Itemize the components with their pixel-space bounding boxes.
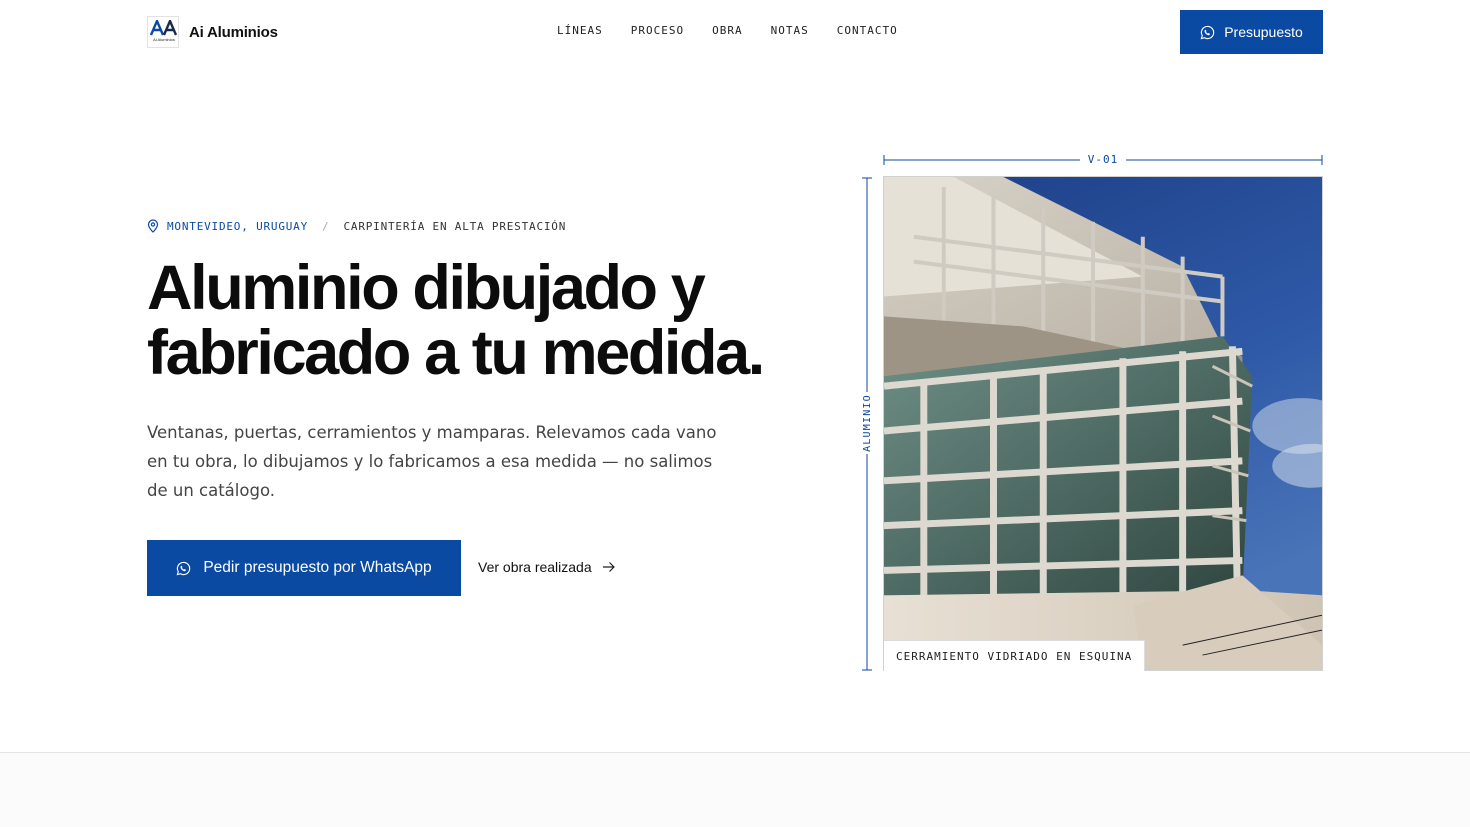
nav-item-lineas[interactable]: LÍNEAS [557, 24, 603, 37]
nav-item-obra[interactable]: OBRA [712, 24, 743, 37]
brand-logo-link[interactable]: Ai Aluminios Ai Aluminios [147, 16, 278, 48]
hero-location: MONTEVIDEO, URUGUAY [167, 219, 309, 233]
hero-eyebrow: MONTEVIDEO, URUGUAY / CARPINTERÍA EN ALT… [147, 219, 566, 233]
eyebrow-separator: / [322, 219, 330, 233]
nav-item-notas[interactable]: NOTAS [771, 24, 809, 37]
hero-tagline: CARPINTERÍA EN ALTA PRESTACIÓN [343, 219, 567, 233]
hero-lead: Ventanas, puertas, cerramientos y mampar… [147, 423, 717, 500]
site-header: Ai Aluminios Ai Aluminios LÍNEAS PROCESO… [0, 0, 1470, 64]
header-quote-button[interactable]: Presupuesto [1180, 10, 1323, 54]
main-nav: LÍNEAS PROCESO OBRA NOTAS CONTACTO [557, 24, 898, 37]
hero-headline-line1: Aluminio dibujado y [147, 253, 706, 323]
nav-item-proceso[interactable]: PROCESO [631, 24, 684, 37]
arrow-right-icon [602, 562, 615, 572]
dimension-label-top: V-01 [1080, 153, 1126, 166]
brand-name: Ai Aluminios [189, 23, 278, 41]
building-photo-illustration [884, 177, 1322, 670]
whatsapp-icon [1200, 25, 1215, 39]
logo-aa-icon [150, 20, 178, 36]
whatsapp-quote-button[interactable]: Pedir presupuesto por WhatsApp [147, 540, 461, 596]
whatsapp-icon [176, 561, 191, 575]
view-work-link[interactable]: Ver obra realizada [478, 559, 616, 575]
header-quote-label: Presupuesto [1224, 24, 1303, 40]
photo-caption: CERRAMIENTO VIDRIADO EN ESQUINA [884, 640, 1146, 671]
brand-logo-mark: Ai Aluminios [147, 16, 179, 48]
hero-headline-line2: fabricado a tu medida. [147, 318, 765, 388]
logo-subtext: Ai Aluminios [153, 37, 175, 42]
hero-headline: Aluminio dibujado y fabricado a tu medid… [147, 256, 827, 386]
view-work-label: Ver obra realizada [478, 559, 592, 575]
dimension-label-side: ALUMINIO [861, 392, 875, 454]
nav-item-contacto[interactable]: CONTACTO [837, 24, 898, 37]
whatsapp-quote-label: Pedir presupuesto por WhatsApp [203, 559, 432, 576]
hero-photo [883, 176, 1323, 671]
section-divider [0, 752, 1470, 827]
map-pin-icon [147, 219, 159, 233]
